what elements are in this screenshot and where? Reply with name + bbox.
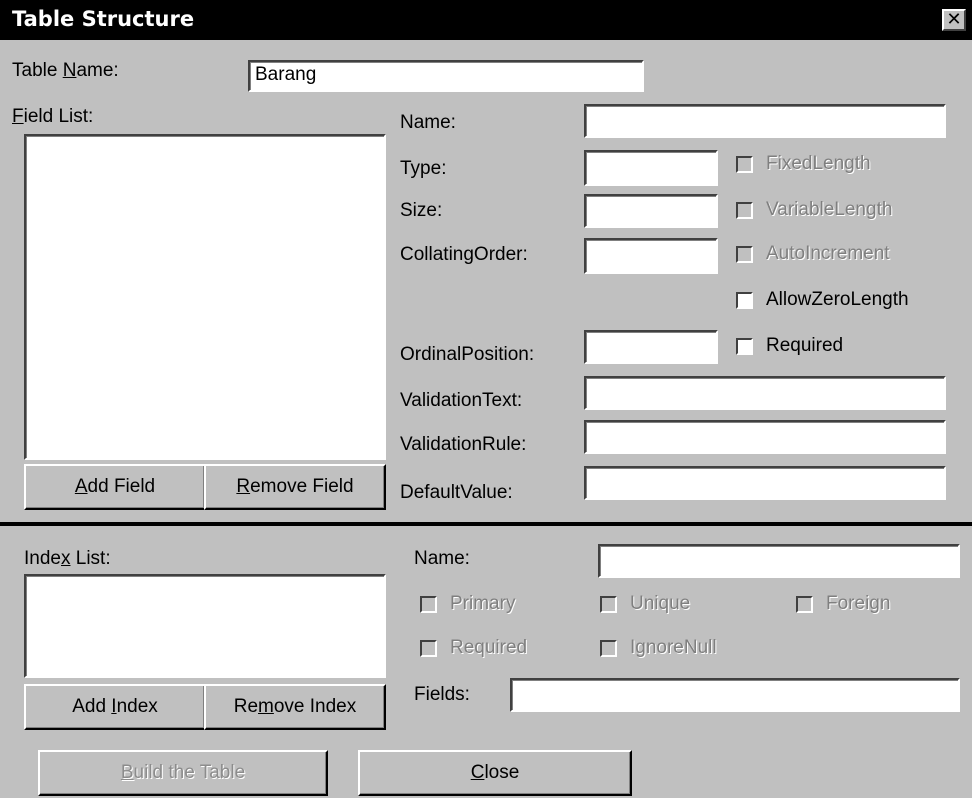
auto-increment-label: AutoIncrement: [766, 243, 890, 264]
ignore-null-checkbox[interactable]: [600, 640, 617, 657]
section-divider: [0, 522, 972, 526]
field-size-input[interactable]: [584, 194, 718, 228]
index-name-input[interactable]: [598, 544, 960, 578]
fixed-length-label: FixedLength: [766, 153, 871, 174]
remove-index-button[interactable]: Remove Index: [204, 684, 386, 730]
close-button[interactable]: Close: [358, 750, 632, 796]
table-name-label: Table Name:: [12, 60, 119, 81]
collating-order-input[interactable]: [584, 238, 718, 274]
validation-rule-label: ValidationRule:: [400, 434, 527, 455]
variable-length-label: VariableLength: [766, 199, 893, 220]
validation-rule-input[interactable]: [584, 420, 946, 454]
validation-text-label: ValidationText:: [400, 390, 523, 411]
add-index-button[interactable]: Add Index: [24, 684, 206, 730]
add-field-button[interactable]: Add Field: [24, 464, 206, 510]
index-fields-input[interactable]: [510, 678, 960, 712]
fields-label: Fields:: [414, 684, 470, 705]
foreign-label: Foreign: [826, 593, 891, 614]
field-name-label: Name:: [400, 112, 456, 133]
field-required-label: Required: [766, 335, 844, 356]
close-icon: ✕: [946, 9, 962, 29]
field-listbox[interactable]: [24, 134, 386, 460]
auto-increment-checkbox[interactable]: [736, 246, 753, 263]
foreign-checkbox[interactable]: [796, 596, 813, 613]
index-name-label: Name:: [414, 548, 470, 569]
ordinal-position-input[interactable]: [584, 330, 718, 364]
remove-field-button[interactable]: Remove Field: [204, 464, 386, 510]
table-name-input[interactable]: Barang: [248, 60, 644, 92]
field-list-label: Field List:: [12, 106, 94, 127]
field-name-input[interactable]: [584, 104, 946, 138]
primary-label: Primary: [450, 593, 516, 614]
window-title: Table Structure: [12, 7, 195, 31]
primary-checkbox[interactable]: [420, 596, 437, 613]
close-window-button[interactable]: ✕: [942, 9, 966, 31]
validation-text-input[interactable]: [584, 376, 946, 410]
variable-length-checkbox[interactable]: [736, 202, 753, 219]
ordinal-position-label: OrdinalPosition:: [400, 344, 535, 365]
index-list-label: Index List:: [24, 548, 111, 569]
index-required-label: Required: [450, 637, 528, 658]
unique-label: Unique: [630, 593, 691, 614]
title-bar: Table Structure ✕: [0, 0, 972, 40]
field-type-input[interactable]: [584, 150, 718, 186]
default-value-input[interactable]: [584, 466, 946, 500]
field-type-label: Type:: [400, 158, 447, 179]
default-value-label: DefaultValue:: [400, 482, 513, 503]
allow-zero-length-label: AllowZeroLength: [766, 289, 909, 310]
index-required-checkbox[interactable]: [420, 640, 437, 657]
collating-order-label: CollatingOrder:: [400, 244, 528, 265]
build-table-button[interactable]: Build the Table: [38, 750, 328, 796]
unique-checkbox[interactable]: [600, 596, 617, 613]
index-listbox[interactable]: [24, 574, 386, 678]
field-required-checkbox[interactable]: [736, 338, 753, 355]
field-size-label: Size:: [400, 200, 443, 221]
fixed-length-checkbox[interactable]: [736, 156, 753, 173]
ignore-null-label: IgnoreNull: [630, 637, 717, 658]
allow-zero-length-checkbox[interactable]: [736, 292, 753, 309]
